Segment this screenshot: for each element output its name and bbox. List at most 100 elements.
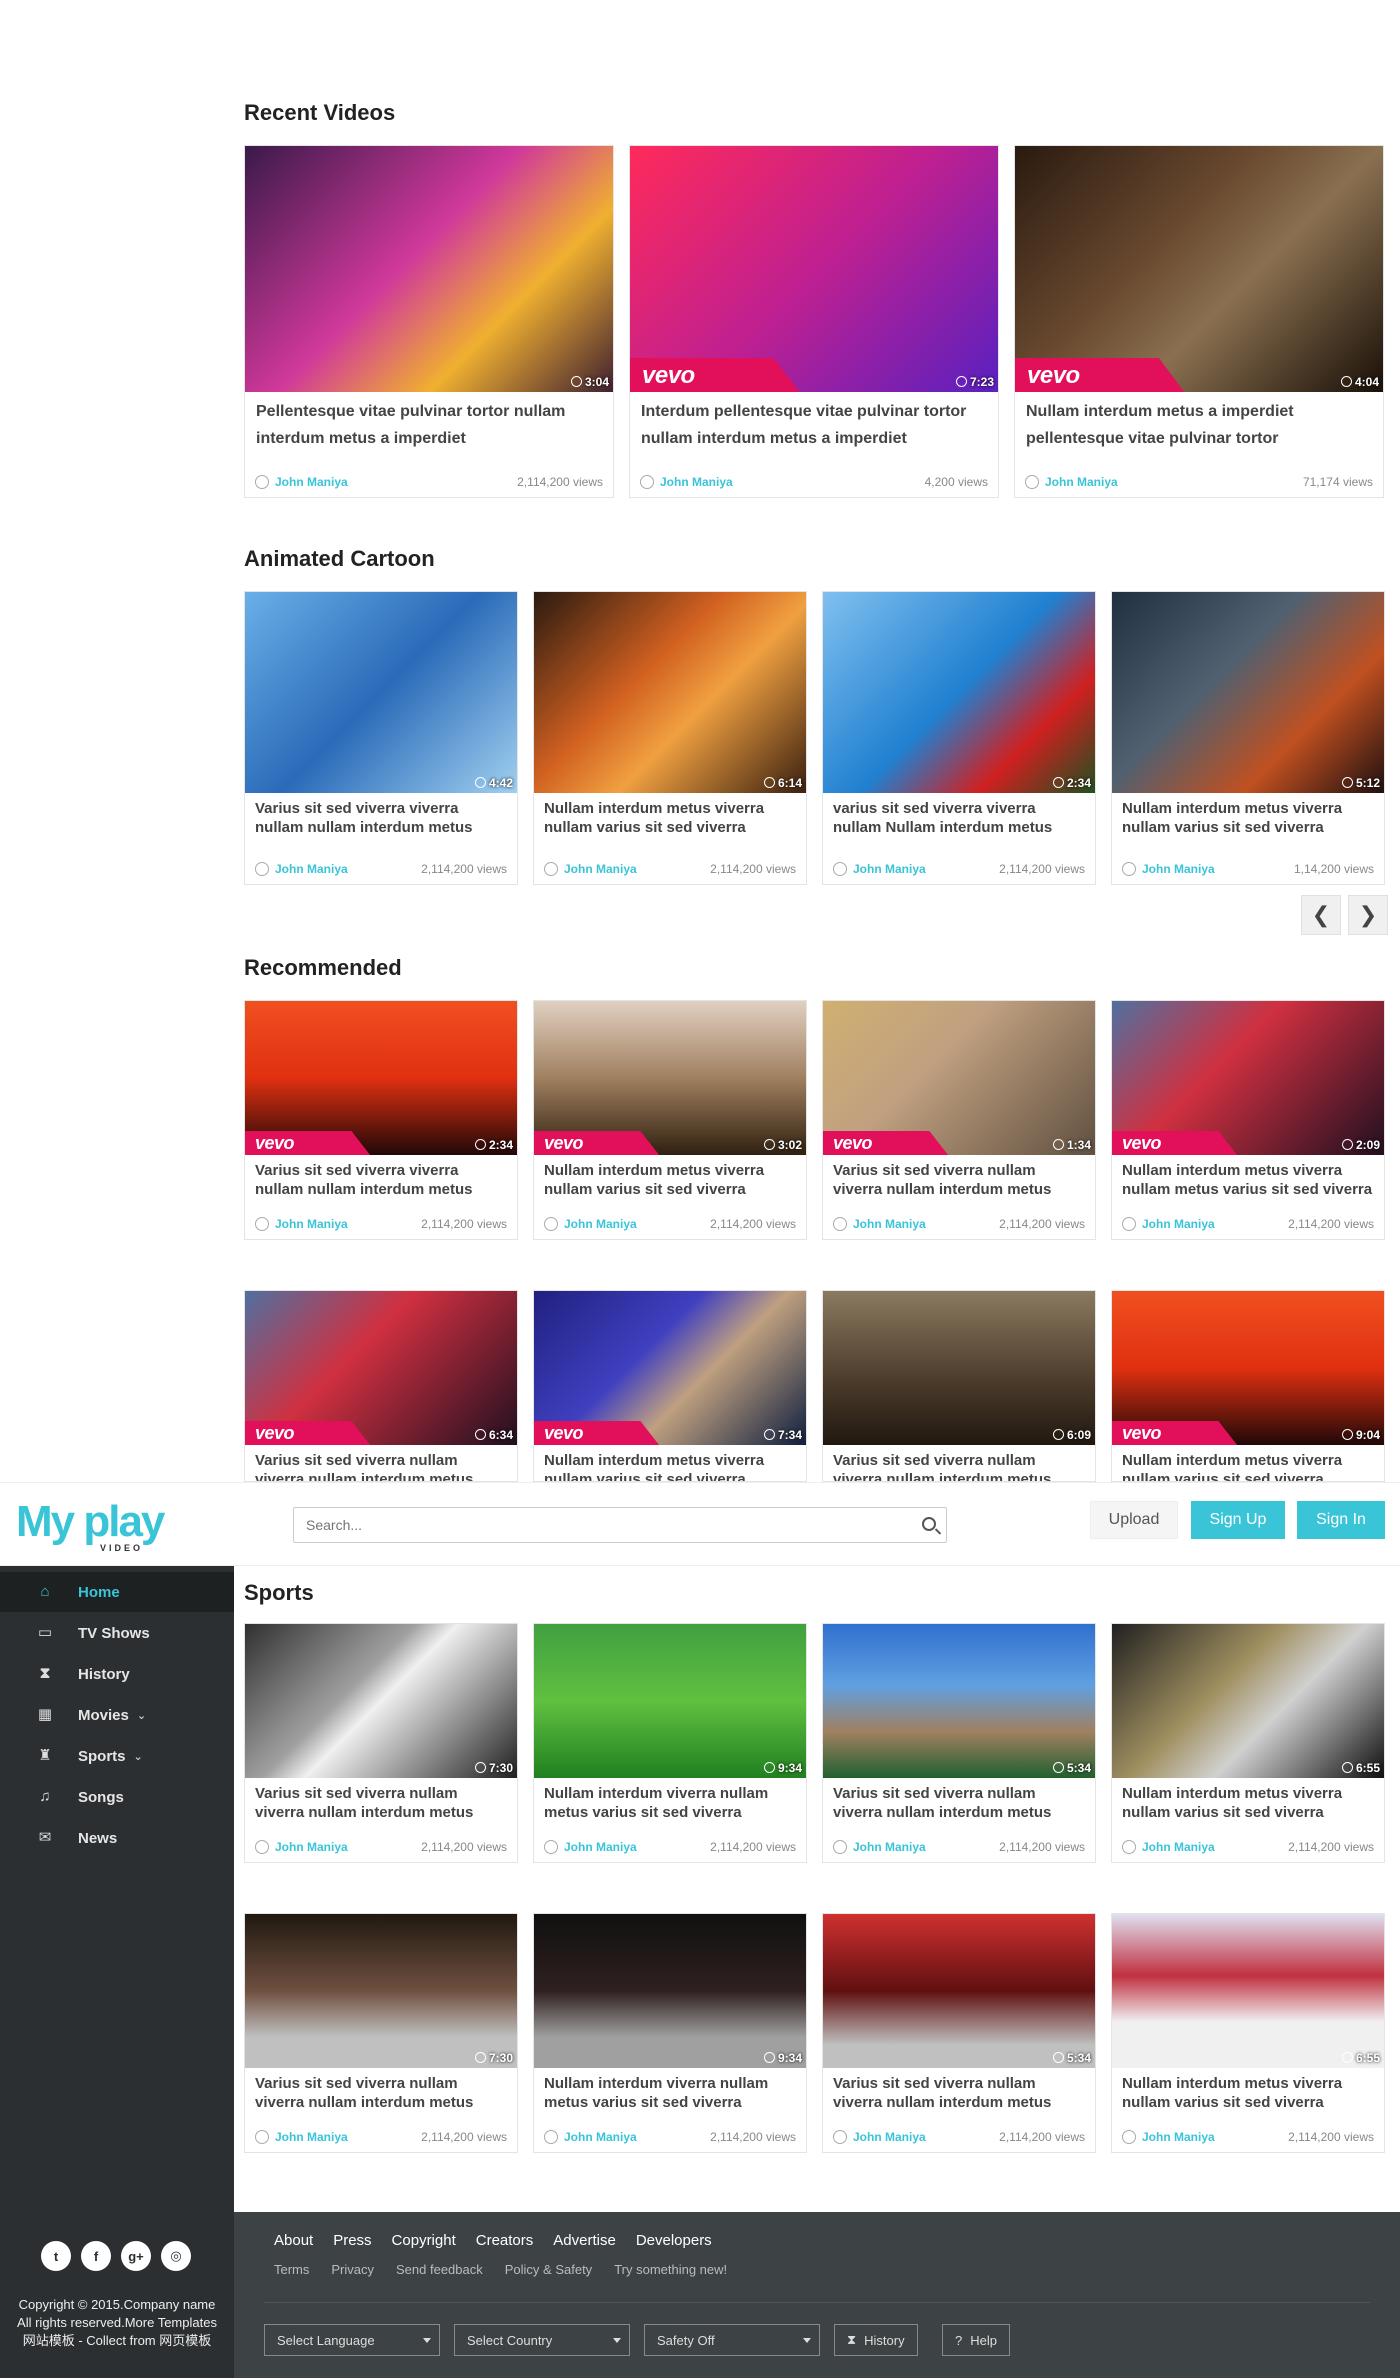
- video-title[interactable]: Varius sit sed viverra viverra nullam nu…: [245, 793, 517, 837]
- video-thumbnail[interactable]: vevo 6:34: [245, 1291, 517, 1445]
- video-title[interactable]: Nullam interdum metus a imperdiet pellen…: [1015, 392, 1383, 452]
- footer-sub-link[interactable]: Send feedback: [396, 2262, 483, 2277]
- video-thumbnail[interactable]: vevo 1:34: [823, 1001, 1095, 1155]
- video-title[interactable]: Nullam interdum metus viverra nullam var…: [1112, 1778, 1384, 1822]
- video-card[interactable]: vevo 2:34 Varius sit sed viverra viverra n…: [244, 1000, 518, 1240]
- author-link[interactable]: John Maniya: [564, 2130, 637, 2144]
- author-link[interactable]: John Maniya: [660, 475, 733, 489]
- footer-link-press[interactable]: Press: [333, 2232, 371, 2249]
- sidebar-item-news[interactable]: ✉ News: [0, 1818, 234, 1858]
- video-card[interactable]: vevo 1:34 Varius sit sed viverra nullam vi…: [822, 1000, 1096, 1240]
- video-card[interactable]: 6:09 Varius sit sed viverra nullam viverr…: [822, 1290, 1096, 1482]
- sidebar-item-tv-shows[interactable]: ▭ TV Shows: [0, 1613, 234, 1653]
- author-link[interactable]: John Maniya: [275, 475, 348, 489]
- video-title[interactable]: Varius sit sed viverra nullam viverra nu…: [823, 1155, 1095, 1199]
- footer-link-advertise[interactable]: Advertise: [553, 2232, 616, 2249]
- video-card[interactable]: 2:34 varius sit sed viverra viverra nulla…: [822, 591, 1096, 885]
- video-card[interactable]: 3:04 Pellentesque vitae pulvinar tortor n…: [244, 145, 614, 498]
- video-title[interactable]: Varius sit sed viverra nullam viverra nu…: [823, 1445, 1095, 1481]
- google-plus-icon[interactable]: g+: [121, 2241, 151, 2271]
- video-thumbnail[interactable]: 5:34: [823, 1624, 1095, 1778]
- author-link[interactable]: John Maniya: [1142, 1840, 1215, 1854]
- video-card[interactable]: 6:55 Nullam interdum metus viverra nullam…: [1111, 1623, 1385, 1863]
- author-link[interactable]: John Maniya: [275, 862, 348, 876]
- video-card[interactable]: 6:55 Nullam interdum metus viverra nullam…: [1111, 1913, 1385, 2153]
- author-link[interactable]: John Maniya: [564, 1840, 637, 1854]
- upload-button[interactable]: Upload: [1090, 1501, 1178, 1539]
- video-card[interactable]: 6:14 Nullam interdum metus viverra nullam…: [533, 591, 807, 885]
- search-icon[interactable]: [922, 1517, 936, 1531]
- help-button[interactable]: ? Help: [942, 2324, 1010, 2356]
- video-thumbnail[interactable]: vevo 9:04: [1112, 1291, 1384, 1445]
- video-thumbnail[interactable]: 3:04: [245, 146, 613, 392]
- logo[interactable]: My play: [16, 1497, 165, 1547]
- footer-sub-link[interactable]: Try something new!: [614, 2262, 727, 2277]
- sign-in-button[interactable]: Sign In: [1297, 1501, 1385, 1539]
- footer-sub-link[interactable]: Privacy: [331, 2262, 374, 2277]
- search-input[interactable]: [294, 1508, 894, 1542]
- footer-sub-link[interactable]: Policy & Safety: [505, 2262, 592, 2277]
- video-title[interactable]: Nullam interdum metus viverra nullam var…: [1112, 793, 1384, 837]
- video-card[interactable]: 5:12 Nullam interdum metus viverra nullam…: [1111, 591, 1385, 885]
- footer-sub-link[interactable]: Terms: [274, 2262, 309, 2277]
- footer-link-copyright[interactable]: Copyright: [392, 2232, 456, 2249]
- author-link[interactable]: John Maniya: [1142, 2130, 1215, 2144]
- video-thumbnail[interactable]: vevo 2:09: [1112, 1001, 1384, 1155]
- video-title[interactable]: Nullam interdum metus viverra nullam met…: [1112, 1155, 1384, 1199]
- video-thumbnail[interactable]: 7:30: [245, 1624, 517, 1778]
- video-card[interactable]: vevo 7:23 Interdum pellentesque vitae pulv…: [629, 145, 999, 498]
- video-title[interactable]: varius sit sed viverra viverra nullam Nu…: [823, 793, 1095, 837]
- video-thumbnail[interactable]: vevo 7:23: [630, 146, 998, 392]
- video-card[interactable]: vevo 2:09 Nullam interdum metus viverra nu…: [1111, 1000, 1385, 1240]
- author-link[interactable]: John Maniya: [275, 2130, 348, 2144]
- video-card[interactable]: vevo 6:34 Varius sit sed viverra nullam vi…: [244, 1290, 518, 1482]
- video-card[interactable]: vevo 4:04 Nullam interdum metus a imperdie…: [1014, 145, 1384, 498]
- video-title[interactable]: Interdum pellentesque vitae pulvinar tor…: [630, 392, 998, 452]
- video-title[interactable]: Varius sit sed viverra nullam viverra nu…: [823, 1778, 1095, 1822]
- author-link[interactable]: John Maniya: [853, 862, 926, 876]
- video-thumbnail[interactable]: 4:42: [245, 592, 517, 793]
- video-thumbnail[interactable]: 7:30: [245, 1914, 517, 2068]
- facebook-icon[interactable]: f: [81, 2241, 111, 2271]
- video-title[interactable]: Pellentesque vitae pulvinar tortor nulla…: [245, 392, 613, 452]
- video-card[interactable]: 9:34 Nullam interdum viverra nullam metus…: [533, 1913, 807, 2153]
- video-card[interactable]: 7:30 Varius sit sed viverra nullam viverr…: [244, 1623, 518, 1863]
- footer-link-developers[interactable]: Developers: [636, 2232, 712, 2249]
- video-card[interactable]: 4:42 Varius sit sed viverra viverra nulla…: [244, 591, 518, 885]
- dribbble-icon[interactable]: ◎: [161, 2241, 191, 2271]
- safety-select[interactable]: Safety Off: [644, 2324, 820, 2356]
- sign-up-button[interactable]: Sign Up: [1191, 1501, 1285, 1539]
- author-link[interactable]: John Maniya: [853, 1840, 926, 1854]
- history-button[interactable]: ⧗ History: [834, 2324, 918, 2356]
- video-thumbnail[interactable]: 2:34: [823, 592, 1095, 793]
- video-title[interactable]: Nullam interdum metus viverra nullam var…: [1112, 1445, 1384, 1481]
- carousel-next-button[interactable]: ❯: [1348, 895, 1388, 935]
- author-link[interactable]: John Maniya: [1045, 475, 1118, 489]
- author-link[interactable]: John Maniya: [853, 1217, 926, 1231]
- video-thumbnail[interactable]: 6:09: [823, 1291, 1095, 1445]
- video-thumbnail[interactable]: 5:12: [1112, 592, 1384, 793]
- author-link[interactable]: John Maniya: [564, 1217, 637, 1231]
- video-thumbnail[interactable]: 5:34: [823, 1914, 1095, 2068]
- video-title[interactable]: Varius sit sed viverra nullam viverra nu…: [245, 1445, 517, 1481]
- video-thumbnail[interactable]: 6:14: [534, 592, 806, 793]
- language-select[interactable]: Select Language: [264, 2324, 440, 2356]
- sidebar-item-songs[interactable]: ♫ Songs: [0, 1777, 234, 1817]
- video-title[interactable]: Varius sit sed viverra nullam viverra nu…: [823, 2068, 1095, 2112]
- video-thumbnail[interactable]: 6:55: [1112, 1624, 1384, 1778]
- video-title[interactable]: Varius sit sed viverra nullam viverra nu…: [245, 1778, 517, 1822]
- video-title[interactable]: Nullam interdum metus viverra nullam var…: [534, 1445, 806, 1481]
- country-select[interactable]: Select Country: [454, 2324, 630, 2356]
- video-thumbnail[interactable]: 6:55: [1112, 1914, 1384, 2068]
- video-card[interactable]: vevo 3:02 Nullam interdum metus viverra nu…: [533, 1000, 807, 1240]
- video-title[interactable]: Nullam interdum viverra nullam metus var…: [534, 2068, 806, 2112]
- video-card[interactable]: 7:30 Varius sit sed viverra nullam viverr…: [244, 1913, 518, 2153]
- author-link[interactable]: John Maniya: [1142, 862, 1215, 876]
- author-link[interactable]: John Maniya: [1142, 1217, 1215, 1231]
- video-card[interactable]: vevo 7:34 Nullam interdum metus viverra nu…: [533, 1290, 807, 1482]
- sidebar-item-movies[interactable]: ▦ Movies ⌄: [0, 1695, 234, 1735]
- video-thumbnail[interactable]: vevo 7:34: [534, 1291, 806, 1445]
- sidebar-item-home[interactable]: ⌂ Home: [0, 1572, 234, 1612]
- video-card[interactable]: 5:34 Varius sit sed viverra nullam viverr…: [822, 1623, 1096, 1863]
- sidebar-item-history[interactable]: ⧗ History: [0, 1654, 234, 1694]
